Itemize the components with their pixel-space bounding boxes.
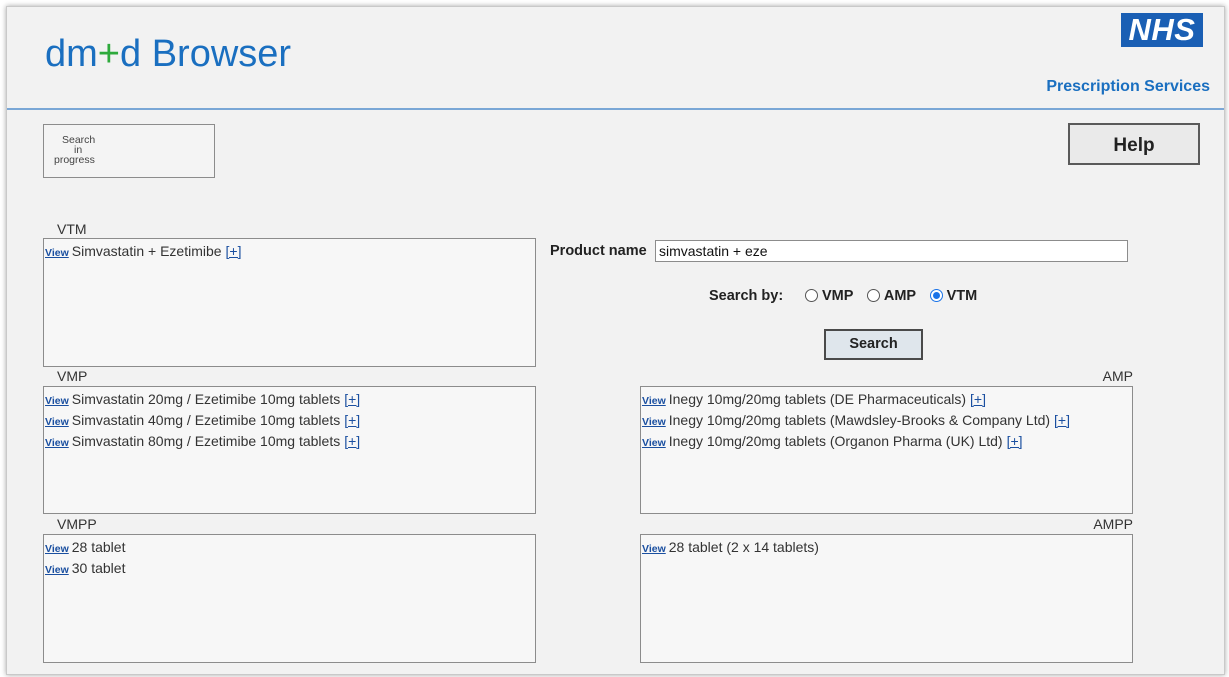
view-link[interactable]: View	[45, 247, 69, 259]
amp-list-item: View Inegy 10mg/20mg tablets (Organon Pha…	[641, 431, 1132, 452]
vmpp-list[interactable]: View 28 tablet View 30 tablet	[43, 534, 536, 663]
radio-amp-circle[interactable]	[866, 289, 880, 302]
vmpp-item-text: 30 tablet	[71, 560, 126, 576]
product-name-label: Product name	[550, 243, 647, 259]
vmpp-list-item: View 28 tablet	[44, 537, 535, 558]
vmp-list-item: View Simvastatin 40mg / Ezetimibe 10mg ta…	[44, 410, 535, 431]
radio-amp[interactable]: AMP	[866, 288, 917, 304]
ampp-item-text: 28 tablet (2 x 14 tablets)	[668, 539, 819, 555]
radio-vtm[interactable]: VTM	[929, 288, 978, 304]
vmpp-item-text: 28 tablet	[71, 539, 126, 555]
ampp-list[interactable]: View 28 tablet (2 x 14 tablets)	[640, 534, 1133, 663]
help-button[interactable]: Help	[1068, 123, 1200, 165]
vtm-label: VTM	[57, 221, 87, 237]
amp-list-item: View Inegy 10mg/20mg tablets (Mawdsley-Br…	[641, 410, 1132, 431]
product-name-input[interactable]	[655, 240, 1128, 262]
expand-link[interactable]: [+]	[344, 412, 360, 428]
vmp-item-text: Simvastatin 40mg / Ezetimibe 10mg tablet…	[71, 412, 341, 428]
status-box: Search in progress	[43, 124, 215, 178]
radio-vmp-circle[interactable]	[805, 289, 818, 302]
view-link[interactable]: View	[45, 543, 69, 555]
amp-label: AMP	[1102, 368, 1133, 384]
amp-item-text: Inegy 10mg/20mg tablets (Organon Pharma …	[668, 433, 1003, 449]
vtm-item-text: Simvastatin + Ezetimibe	[71, 243, 222, 259]
amp-list-item: View Inegy 10mg/20mg tablets (DE Pharmace…	[641, 389, 1132, 410]
nhs-subtitle: Prescription Services	[1046, 78, 1210, 95]
vmp-list-item: View Simvastatin 80mg / Ezetimibe 10mg ta…	[44, 431, 535, 452]
radio-amp-label: AMP	[883, 288, 917, 304]
app-title-plus: +	[97, 33, 120, 75]
expand-link[interactable]: [+]	[226, 243, 242, 259]
view-link[interactable]: View	[642, 416, 666, 428]
radio-vmp-label: VMP	[822, 288, 854, 304]
expand-link[interactable]: [+]	[344, 391, 360, 407]
radio-vtm-circle[interactable]	[929, 289, 943, 302]
expand-link[interactable]: [+]	[1054, 412, 1070, 428]
status-line-3: progress	[54, 154, 95, 166]
vmp-list-item: View Simvastatin 20mg / Ezetimibe 10mg ta…	[44, 389, 535, 410]
header-divider	[7, 108, 1224, 110]
app-title: dm+d Browser	[45, 33, 291, 76]
expand-link[interactable]: [+]	[970, 391, 986, 407]
vmpp-list-item: View 30 tablet	[44, 558, 535, 579]
vmpp-label: VMPP	[57, 516, 97, 532]
expand-link[interactable]: [+]	[1007, 433, 1023, 449]
search-by-label: Search by:	[709, 288, 784, 304]
vtm-list[interactable]: View Simvastatin + Ezetimibe [+]	[43, 238, 536, 367]
app-title-part2: d Browser	[120, 33, 292, 75]
view-link[interactable]: View	[45, 395, 69, 407]
amp-item-text: Inegy 10mg/20mg tablets (Mawdsley-Brooks…	[668, 412, 1051, 428]
radio-vmp[interactable]: VMP	[805, 288, 853, 304]
ampp-label: AMPP	[1093, 516, 1133, 532]
app-title-part1: dm	[45, 33, 98, 75]
app-window: dm+d Browser NHS Prescription Services S…	[6, 6, 1225, 675]
view-link[interactable]: View	[45, 416, 69, 428]
view-link[interactable]: View	[642, 437, 666, 449]
vmp-item-text: Simvastatin 20mg / Ezetimibe 10mg tablet…	[71, 391, 341, 407]
vmp-label: VMP	[57, 368, 88, 384]
search-by-radio-group: VMP AMP VTM	[805, 287, 986, 305]
amp-item-text: Inegy 10mg/20mg tablets (DE Pharmaceutic…	[668, 391, 966, 407]
radio-vtm-label: VTM	[946, 288, 978, 304]
view-link[interactable]: View	[45, 564, 69, 576]
nhs-logo: NHS	[1121, 13, 1203, 47]
view-link[interactable]: View	[642, 395, 666, 407]
view-link[interactable]: View	[45, 437, 69, 449]
search-button[interactable]: Search	[824, 329, 923, 360]
vmp-list[interactable]: View Simvastatin 20mg / Ezetimibe 10mg ta…	[43, 386, 536, 514]
vmp-item-text: Simvastatin 80mg / Ezetimibe 10mg tablet…	[71, 433, 341, 449]
view-link[interactable]: View	[642, 543, 666, 555]
expand-link[interactable]: [+]	[344, 433, 360, 449]
vtm-list-item: View Simvastatin + Ezetimibe [+]	[44, 241, 535, 262]
amp-list[interactable]: View Inegy 10mg/20mg tablets (DE Pharmace…	[640, 386, 1133, 514]
ampp-list-item: View 28 tablet (2 x 14 tablets)	[641, 537, 1132, 558]
